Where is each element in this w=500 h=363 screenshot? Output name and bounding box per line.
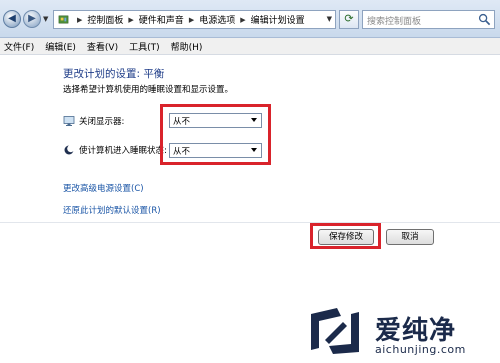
search-input[interactable]: 搜索控制面板 [362,10,495,29]
monitor-icon [63,115,75,126]
search-icon[interactable] [478,13,491,26]
sleep-label: 使计算机进入睡眠状态: [79,145,167,156]
recent-pages-dropdown-icon[interactable]: ▼ [43,15,48,23]
chevron-right-icon: ▶ [240,15,246,24]
breadcrumb-item-hardware-sound[interactable]: 硬件和声音 [139,13,184,26]
watermark-brand: 爱纯净 [375,316,457,346]
control-panel-icon [58,15,69,24]
refresh-button[interactable]: ⟳ [339,10,359,29]
page-title: 更改计划的设置: 平衡 [63,68,165,80]
highlight-box-settings [160,104,271,165]
menu-edit[interactable]: 编辑(E) [45,40,76,53]
restore-defaults-link[interactable]: 还原此计划的默认设置(R) [63,204,161,216]
breadcrumb-item-power-options[interactable]: 电源选项 [199,13,235,26]
display-off-label: 关闭显示器: [79,116,125,127]
back-button[interactable]: ◀ [3,10,21,28]
address-bar: ◀ ▶ ▼ ▶ 控制面板 ▶ 硬件和声音 ▶ 电源选项 ▶ 编辑计划设置 ▼ ⟳… [0,0,500,38]
chevron-right-icon: ▶ [188,15,195,24]
breadcrumb-item-edit-plan[interactable]: 编辑计划设置 [251,13,305,26]
chevron-right-icon: ▶ [128,15,134,24]
cancel-button[interactable]: 取消 [386,229,434,245]
watermark-url: aichunjing.com [375,343,466,356]
setting-row-display: 关闭显示器: [63,112,124,129]
divider [0,222,500,223]
chevron-right-icon: ▶ [77,15,83,24]
menu-view[interactable]: 查看(V) [87,40,118,53]
setting-row-sleep: 使计算机进入睡眠状态: [63,141,167,158]
search-placeholder: 搜索控制面板 [367,17,422,27]
forward-button[interactable]: ▶ [23,10,41,28]
breadcrumb-item-control-panel[interactable]: 控制面板 [87,13,123,26]
page-subtitle: 选择希望计算机使用的睡眠设置和显示设置。 [63,85,234,95]
moon-icon [64,144,75,154]
menu-bar: 文件(F) 编辑(E) 查看(V) 工具(T) 帮助(H) [0,38,500,55]
menu-file[interactable]: 文件(F) [4,40,34,53]
menu-tools[interactable]: 工具(T) [129,40,160,53]
breadcrumb[interactable]: ▶ 控制面板 ▶ 硬件和声音 ▶ 电源选项 ▶ 编辑计划设置 ▼ [53,10,336,29]
watermark-logo-icon [311,308,359,354]
chevron-down-icon[interactable]: ▼ [327,15,332,23]
advanced-power-settings-link[interactable]: 更改高级电源设置(C) [63,182,144,194]
menu-help[interactable]: 帮助(H) [171,40,203,53]
highlight-box-save [310,223,381,249]
